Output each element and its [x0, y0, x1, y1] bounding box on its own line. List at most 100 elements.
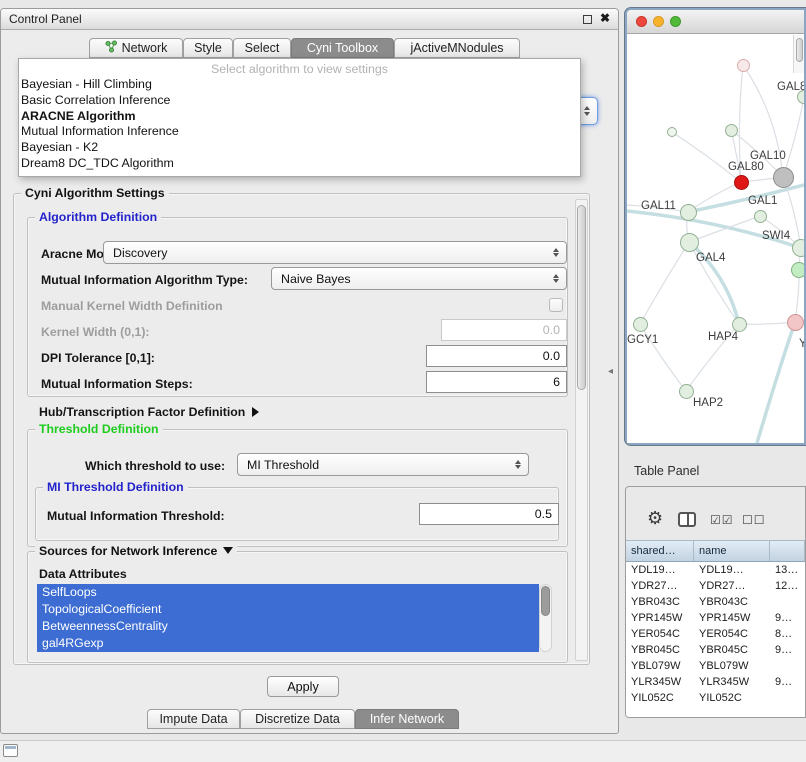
deselect-all-columns-icon[interactable]: ☐☐	[742, 513, 766, 527]
network-scrollbar[interactable]	[793, 35, 804, 73]
network-node[interactable]	[679, 384, 694, 399]
tab-style[interactable]: Style	[183, 38, 233, 58]
select-all-columns-icon[interactable]: ☑☑	[710, 513, 734, 527]
cell: 9…	[770, 610, 805, 626]
kernel-width-value: 0.0	[543, 323, 560, 337]
attribute-list-item[interactable]: SelfLoops	[37, 584, 539, 601]
show-columns-icon[interactable]	[678, 512, 696, 527]
close-icon[interactable]: ✖	[600, 11, 610, 25]
mi-threshold-field[interactable]: 0.5	[419, 503, 559, 525]
dropdown-item-selected[interactable]: ARACNE Algorithm	[19, 109, 580, 125]
attribute-list-item[interactable]: BetweennessCentrality	[37, 618, 539, 635]
dropdown-item[interactable]: Bayesian - K2	[19, 140, 580, 156]
mi-type-value: Naive Bayes	[281, 272, 351, 286]
dropdown-item[interactable]: Basic Correlation Inference	[19, 93, 580, 109]
attribute-label: BetweennessCentrality	[42, 619, 168, 633]
tab-label: Cyni Toolbox	[307, 41, 378, 55]
hub-section-toggle[interactable]: Hub/Transcription Factor Definition	[39, 405, 259, 419]
mi-steps-field[interactable]: 6	[426, 371, 567, 393]
minimize-traffic-light[interactable]	[653, 16, 664, 27]
tab-impute-data[interactable]: Impute Data	[147, 709, 240, 729]
network-node[interactable]	[667, 127, 677, 137]
table-row[interactable]: YPR145W YPR145W 9…	[626, 610, 805, 626]
table-row[interactable]: YBR045C YBR045C 9…	[626, 642, 805, 658]
attribute-list-scrollbar[interactable]	[539, 584, 552, 652]
table-row[interactable]: YBL079W YBL079W	[626, 658, 805, 674]
network-node[interactable]	[680, 233, 699, 252]
table-row[interactable]: YDR27… YDR27… 12…	[626, 578, 805, 594]
cell: YDL19…	[626, 562, 694, 578]
combo-arrows-icon	[553, 274, 559, 284]
gear-icon[interactable]: ⚙	[647, 508, 663, 529]
network-node[interactable]	[725, 124, 738, 137]
cell: YDR27…	[694, 578, 770, 594]
network-window-titlebar[interactable]	[627, 10, 804, 34]
tab-network[interactable]: Network	[89, 38, 183, 58]
kernel-width-label: Kernel Width (0,1):	[41, 325, 150, 339]
tab-infer-network[interactable]: Infer Network	[355, 709, 459, 729]
column-header-name[interactable]: name	[694, 541, 770, 561]
zoom-traffic-light[interactable]	[670, 16, 681, 27]
network-node[interactable]	[754, 210, 767, 223]
cell: YBR045C	[626, 642, 694, 658]
tab-cyni-toolbox[interactable]: Cyni Toolbox	[291, 38, 394, 58]
dropdown-item[interactable]: Mutual Information Inference	[19, 124, 580, 140]
cell: 13…	[770, 562, 805, 578]
attribute-label: TopologicalCoefficient	[42, 602, 161, 616]
minimized-panel-icon[interactable]	[3, 744, 18, 757]
settings-scrollbar[interactable]	[575, 199, 588, 661]
apply-button[interactable]: Apply	[267, 676, 339, 697]
table-row[interactable]: YBR043C YBR043C	[626, 594, 805, 610]
node-label: GAL8	[777, 81, 804, 93]
close-traffic-light[interactable]	[636, 16, 647, 27]
node-label: GAL4	[696, 252, 725, 264]
tab-discretize-data[interactable]: Discretize Data	[240, 709, 355, 729]
table-row[interactable]: YDL19… YDL19… 13…	[626, 562, 805, 578]
tab-label: Style	[194, 41, 222, 55]
mi-type-combo[interactable]: Naive Bayes	[271, 267, 567, 290]
aracne-mode-combo[interactable]: Discovery	[103, 241, 567, 264]
network-node-pink[interactable]	[787, 314, 804, 331]
network-node[interactable]	[633, 317, 648, 332]
table-header-row: shared… name	[626, 540, 805, 562]
table-row[interactable]: YIL052C YIL052C	[626, 690, 805, 706]
network-node[interactable]	[680, 204, 697, 221]
table-row[interactable]: YER054C YER054C 8…	[626, 626, 805, 642]
manual-kernel-checkbox[interactable]	[549, 298, 563, 312]
attribute-list-scrollbar-thumb[interactable]	[541, 586, 550, 616]
dpi-tolerance-label: DPI Tolerance [0,1]:	[41, 351, 155, 365]
dpi-tolerance-field[interactable]: 0.0	[426, 345, 567, 367]
tab-label: Impute Data	[159, 712, 227, 726]
which-threshold-combo[interactable]: MI Threshold	[237, 453, 529, 476]
network-scrollbar-thumb[interactable]	[796, 38, 803, 62]
network-node[interactable]	[732, 317, 747, 332]
dropdown-item[interactable]: Dream8 DC_TDC Algorithm	[19, 156, 580, 172]
cell: YLR345W	[694, 674, 770, 690]
node-label: GAL10	[750, 150, 786, 162]
table-panel-title: Table Panel	[634, 464, 699, 478]
column-header-clipped[interactable]	[770, 541, 805, 561]
network-node-red[interactable]	[734, 175, 749, 190]
attribute-list-item[interactable]: gal4RGexp	[37, 635, 539, 652]
network-node[interactable]	[792, 239, 804, 257]
network-node[interactable]	[791, 262, 804, 278]
tab-jactivemnodules[interactable]: jActiveMNodules	[394, 38, 520, 58]
network-node[interactable]	[737, 59, 750, 72]
panel-splitter-handle[interactable]: ◂	[608, 366, 613, 377]
mi-threshold-value: 0.5	[535, 507, 552, 521]
dpi-tolerance-value: 0.0	[543, 349, 560, 363]
mi-steps-label: Mutual Information Steps:	[41, 377, 193, 391]
dropdown-item[interactable]: Bayesian - Hill Climbing	[19, 77, 580, 93]
settings-scrollbar-thumb[interactable]	[577, 205, 586, 390]
sources-group-toggle[interactable]: Sources for Network Inference	[35, 544, 237, 558]
float-window-icon[interactable]	[583, 15, 592, 24]
table-row[interactable]: YLR345W YLR345W 9…	[626, 674, 805, 690]
column-header-shared-name[interactable]: shared…	[626, 541, 694, 561]
cell: 8…	[770, 626, 805, 642]
attribute-list-item[interactable]: TopologicalCoefficient	[37, 601, 539, 618]
network-node-gray[interactable]	[773, 167, 794, 188]
network-canvas[interactable]: GAL8 GAL80 GAL10 GAL11 GAL1 SWI4 GAL4 GC…	[627, 35, 804, 443]
control-panel-titlebar[interactable]: Control Panel ✖	[1, 9, 618, 30]
tab-select[interactable]: Select	[233, 38, 291, 58]
cell: YIL052C	[694, 690, 770, 706]
